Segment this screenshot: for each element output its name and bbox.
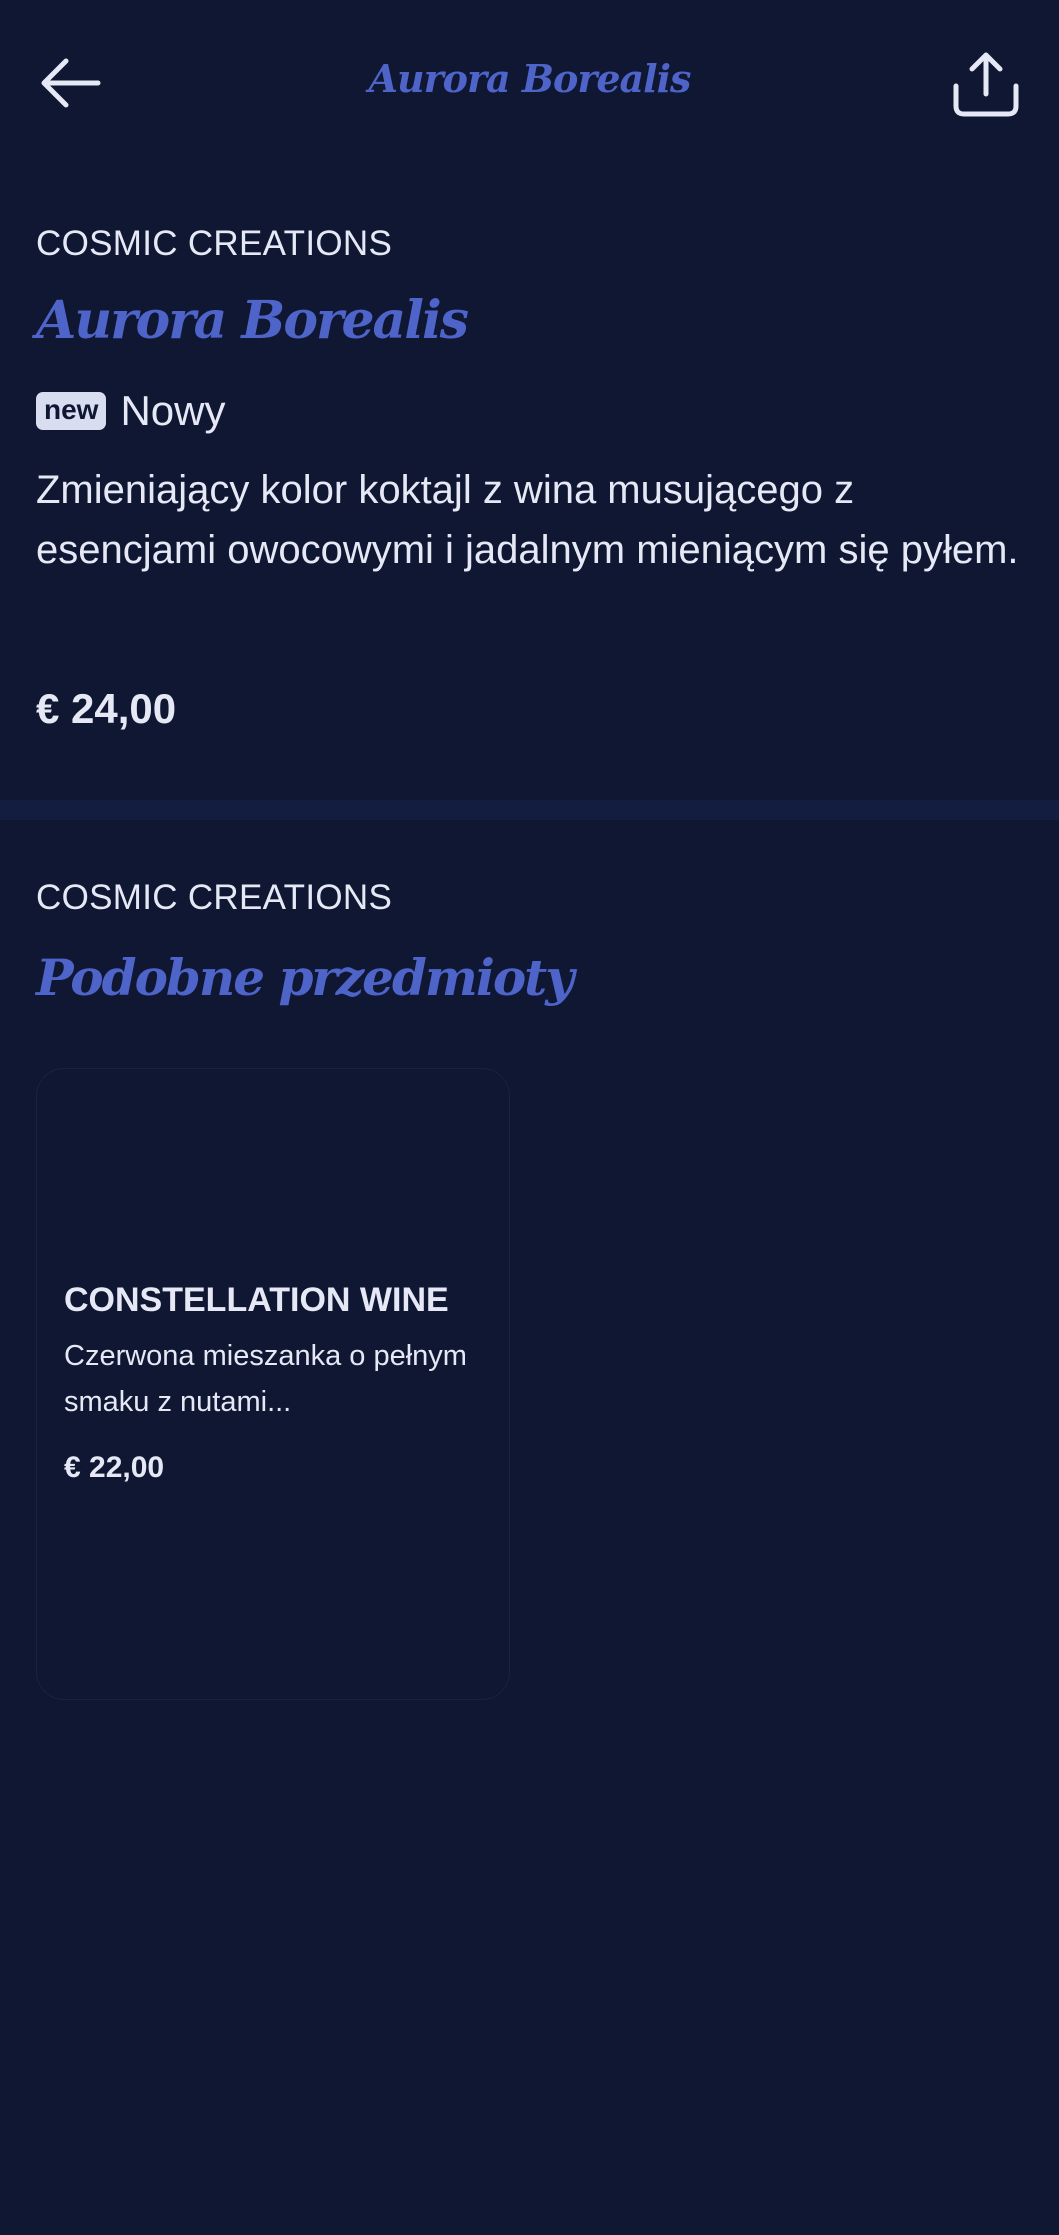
product-status: new Nowy (36, 386, 226, 436)
share-icon (953, 52, 1019, 117)
header-title: Aurora Borealis (368, 56, 692, 101)
product-details: COSMIC CREATIONS Aurora Borealis new Now… (0, 170, 1059, 800)
similar-item-price: € 22,00 (64, 1451, 165, 1484)
product-price: € 24,00 (36, 685, 177, 732)
share-button[interactable] (950, 50, 1022, 122)
similar-item-card[interactable]: CONSTELLATION WINE Czerwona mieszanka o … (36, 1068, 510, 1700)
new-badge: new (36, 392, 107, 430)
section-divider (0, 800, 1059, 820)
similar-heading: Podobne przedmioty (36, 948, 574, 1007)
product-name: Aurora Borealis (36, 290, 469, 351)
similar-item-description: Czerwona mieszanka o pełnym smaku z nuta… (64, 1340, 467, 1418)
similar-brand: COSMIC CREATIONS (36, 878, 393, 917)
similar-item-title: CONSTELLATION WINE (64, 1281, 449, 1319)
new-badge-label: Nowy (120, 387, 226, 434)
top-bar: Aurora Borealis (0, 0, 1059, 170)
product-brand: COSMIC CREATIONS (36, 224, 393, 263)
product-description: Zmieniający kolor koktajl z wina musując… (36, 468, 1019, 572)
